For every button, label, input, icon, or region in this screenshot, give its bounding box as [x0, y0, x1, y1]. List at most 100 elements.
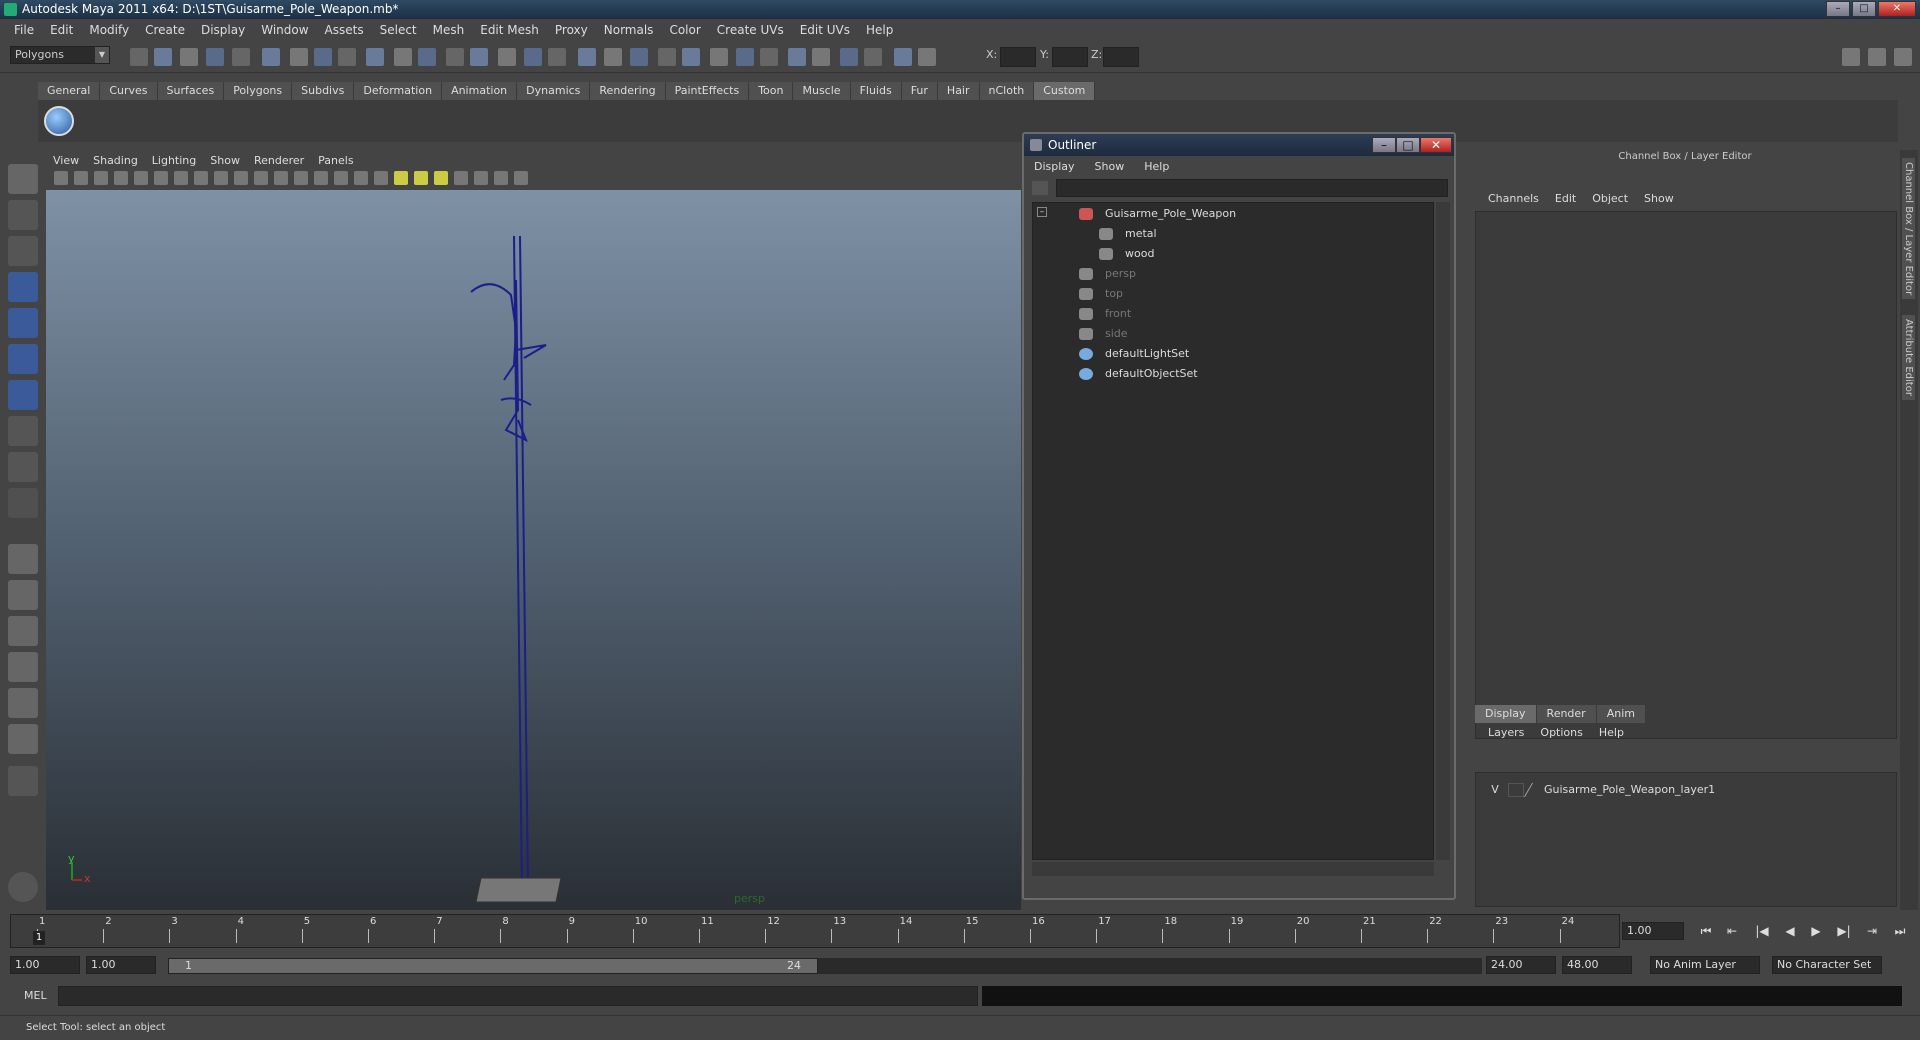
menu-create-uvs[interactable]: Create UVs: [709, 23, 792, 37]
status-line-tool-27-icon[interactable]: [812, 48, 830, 66]
viewport-toolbar-20-icon[interactable]: [434, 171, 448, 185]
viewport-toolbar-16-icon[interactable]: [354, 171, 368, 185]
menu-normals[interactable]: Normals: [596, 23, 662, 37]
playback-start-field[interactable]: 1.00: [86, 956, 156, 974]
outliner-menu-show[interactable]: Show: [1085, 158, 1135, 176]
status-line-tool-15-icon[interactable]: [498, 48, 516, 66]
outliner-item-metal[interactable]: metal: [1033, 225, 1431, 243]
layer-menu-options[interactable]: Options: [1532, 726, 1590, 739]
channel-box-toggle-icon[interactable]: [1842, 48, 1860, 66]
status-line-tool-26-icon[interactable]: [788, 48, 806, 66]
menu-select[interactable]: Select: [372, 23, 425, 37]
filter-icon[interactable]: [1032, 181, 1048, 195]
status-line-tool-9-icon[interactable]: [338, 48, 356, 66]
animation-start-field[interactable]: 1.00: [10, 956, 80, 974]
shelf-tab-dynamics[interactable]: Dynamics: [517, 82, 591, 100]
shelf-tab-subdivs[interactable]: Subdivs: [292, 82, 355, 100]
viewport-toolbar-24-icon[interactable]: [514, 171, 528, 185]
viewport-toolbar-1-icon[interactable]: [54, 171, 68, 185]
viewport-toolbar-21-icon[interactable]: [454, 171, 468, 185]
viewport-toolbar-4-icon[interactable]: [114, 171, 128, 185]
status-line-tool-20-icon[interactable]: [630, 48, 648, 66]
viewport-toolbar-17-icon[interactable]: [374, 171, 388, 185]
outliner-minimize-button[interactable]: –: [1372, 137, 1396, 153]
status-line-tool-24-icon[interactable]: [736, 48, 754, 66]
close-button[interactable]: ✕: [1878, 1, 1916, 17]
outliner-vertical-scrollbar[interactable]: [1436, 202, 1450, 860]
shelf-tab-muscle[interactable]: Muscle: [793, 82, 851, 100]
status-line-tool-4-icon[interactable]: [206, 48, 224, 66]
status-line-tool-2-icon[interactable]: [154, 48, 172, 66]
channel-menu-show[interactable]: Show: [1636, 192, 1682, 205]
anim-layer-selector[interactable]: No Anim Layer: [1650, 956, 1760, 974]
viewport-menu-lighting[interactable]: Lighting: [145, 154, 203, 167]
viewport-toolbar-19-icon[interactable]: [414, 171, 428, 185]
outliner-item-front[interactable]: front: [1033, 305, 1431, 323]
viewport-toolbar-3-icon[interactable]: [94, 171, 108, 185]
layout-options-icon[interactable]: [8, 766, 38, 796]
status-line-tool-23-icon[interactable]: [710, 48, 728, 66]
outliner-item-persp[interactable]: persp: [1033, 265, 1431, 283]
status-line-tool-14-icon[interactable]: [470, 48, 488, 66]
status-line-tool-30-icon[interactable]: [894, 48, 912, 66]
menu-edit[interactable]: Edit: [42, 23, 81, 37]
shelf-tab-deformation[interactable]: Deformation: [354, 82, 443, 100]
menu-edit-mesh[interactable]: Edit Mesh: [472, 23, 547, 37]
status-line-tool-7-icon[interactable]: [290, 48, 308, 66]
menu-set-selector[interactable]: Polygons ▼: [10, 46, 110, 64]
scale-tool-icon[interactable]: [8, 344, 38, 374]
manipulator-tool-icon[interactable]: [8, 380, 38, 410]
status-line-tool-31-icon[interactable]: [918, 48, 936, 66]
viewport-toolbar-14-icon[interactable]: [314, 171, 328, 185]
status-line-tool-17-icon[interactable]: [548, 48, 566, 66]
layer-color-swatch[interactable]: [1523, 783, 1543, 797]
time-slider[interactable]: 1 2 3 4 5 6 7 8 9 10 11 12 13 14 15 16 17 18 19 20 21 22 23 24 1: [10, 914, 1620, 948]
viewport-menu-show[interactable]: Show: [203, 154, 247, 167]
outliner-item-defaultLightSet[interactable]: defaultLightSet: [1033, 345, 1431, 363]
outliner-item-Guisarme_Pole_Weapon[interactable]: Guisarme_Pole_Weapon: [1033, 205, 1431, 223]
select-tool-icon[interactable]: [8, 164, 38, 194]
viewport-toolbar-9-icon[interactable]: [214, 171, 228, 185]
x-field[interactable]: [1000, 47, 1036, 67]
shelf-tab-rendering[interactable]: Rendering: [590, 82, 666, 100]
current-frame-field[interactable]: 1.00: [1622, 922, 1684, 940]
minimize-button[interactable]: –: [1826, 1, 1850, 17]
status-line-tool-1-icon[interactable]: [130, 48, 148, 66]
channel-menu-object[interactable]: Object: [1584, 192, 1636, 205]
outliner-item-side[interactable]: side: [1033, 325, 1431, 343]
status-line-tool-29-icon[interactable]: [864, 48, 882, 66]
menu-file[interactable]: File: [6, 23, 42, 37]
lasso-tool-icon[interactable]: [8, 200, 38, 230]
show-manipulator-icon[interactable]: [8, 452, 38, 482]
layer-row[interactable]: V Guisarme_Pole_Weapon_layer1: [1482, 781, 1892, 799]
menu-create[interactable]: Create: [137, 23, 193, 37]
layer-template-toggle[interactable]: [1508, 783, 1524, 797]
mel-input-field[interactable]: [58, 986, 978, 1006]
layer-tab-display[interactable]: Display: [1475, 705, 1536, 723]
status-line-tool-28-icon[interactable]: [840, 48, 858, 66]
outliner-filter-field[interactable]: [1056, 179, 1448, 197]
viewport-toolbar-11-icon[interactable]: [254, 171, 268, 185]
move-tool-icon[interactable]: [8, 272, 38, 302]
menu-window[interactable]: Window: [253, 23, 316, 37]
custom-shelf-check-icon[interactable]: [44, 106, 74, 136]
outliner-menu-help[interactable]: Help: [1134, 158, 1179, 176]
character-set-selector[interactable]: No Character Set: [1772, 956, 1882, 974]
paint-select-tool-icon[interactable]: [8, 236, 38, 266]
animation-end-field[interactable]: 48.00: [1562, 956, 1632, 974]
menu-color[interactable]: Color: [661, 23, 708, 37]
range-slider-handle[interactable]: 1 24: [168, 958, 818, 974]
shelf-tab-animation[interactable]: Animation: [442, 82, 518, 100]
shelf-tab-fluids[interactable]: Fluids: [850, 82, 902, 100]
step-back-frame-button[interactable]: |◀: [1752, 923, 1772, 939]
shelf-tab-surfaces[interactable]: Surfaces: [157, 82, 225, 100]
outliner-close-button[interactable]: ✕: [1420, 137, 1452, 153]
goto-start-button[interactable]: ⏮: [1696, 923, 1716, 939]
viewport-toolbar-15-icon[interactable]: [334, 171, 348, 185]
status-line-tool-8-icon[interactable]: [314, 48, 332, 66]
goto-end-button[interactable]: ⏭: [1890, 923, 1910, 939]
attribute-editor-toggle-icon[interactable]: [1894, 48, 1912, 66]
viewport-toolbar-13-icon[interactable]: [294, 171, 308, 185]
outliner-horizontal-scrollbar[interactable]: [1032, 862, 1434, 876]
outliner-menu-display[interactable]: Display: [1024, 158, 1085, 176]
